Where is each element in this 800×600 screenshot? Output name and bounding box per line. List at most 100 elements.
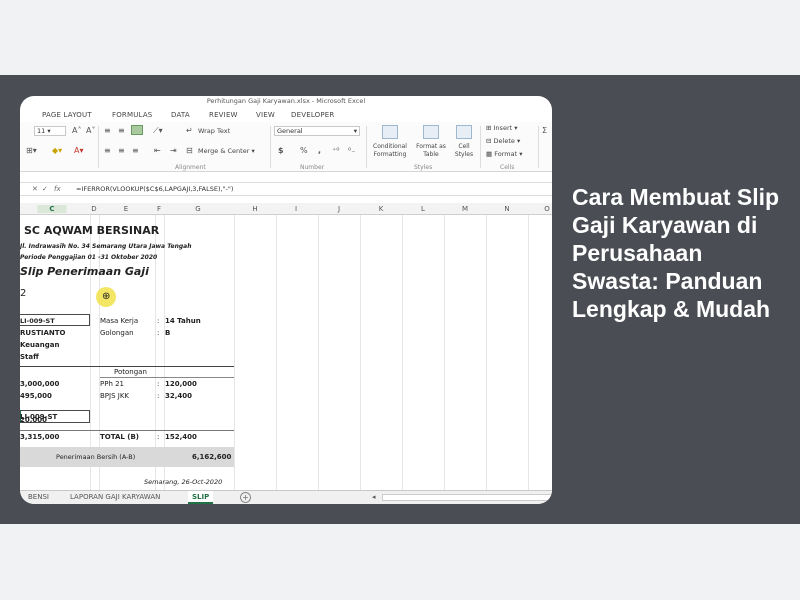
column-header-e[interactable]: E	[124, 205, 128, 213]
font-size-select[interactable]: 11 ▾	[34, 126, 66, 136]
gridline	[276, 215, 277, 491]
sum-icon[interactable]: Σ	[542, 126, 547, 135]
golongan-label: Golongan	[100, 329, 134, 337]
horizontal-scrollbar[interactable]	[382, 494, 552, 501]
conditional-formatting-button[interactable]: Conditional Formatting	[370, 143, 410, 159]
column-header-f[interactable]: F	[157, 205, 161, 213]
wrap-text-icon[interactable]: ↵	[186, 126, 193, 135]
column-header-m[interactable]: M	[462, 205, 468, 213]
merge-center-button[interactable]: Merge & Center ▾	[198, 147, 255, 155]
left-amount-1: 3,000,000	[20, 380, 60, 388]
add-sheet-button[interactable]: +	[240, 492, 251, 503]
gridline	[444, 215, 445, 491]
pph-value: 120,000	[165, 380, 197, 388]
cancel-icon[interactable]: ✕	[32, 185, 38, 193]
number-format-select[interactable]: General ▾	[274, 126, 360, 136]
insert-function-icon[interactable]: fx	[54, 185, 61, 193]
total-b-label: TOTAL (B)	[100, 433, 140, 441]
left-amount-3: 20,000	[20, 416, 48, 424]
gridline	[402, 215, 403, 491]
left-total: 3,315,000	[20, 433, 60, 441]
column-header-n[interactable]: N	[504, 205, 509, 213]
tab-formulas[interactable]: FORMULAS	[112, 111, 152, 119]
enter-icon[interactable]: ✓	[42, 185, 48, 193]
sheet-tab-bensi[interactable]: BENSI	[24, 491, 53, 504]
currency-button[interactable]: $	[278, 146, 284, 155]
format-as-table-button[interactable]: Format as Table	[413, 143, 449, 159]
increase-decimal-icon[interactable]: ⁺⁰	[332, 146, 339, 155]
column-header-l[interactable]: L	[421, 205, 425, 213]
borders-icon[interactable]: ⊞▾	[26, 146, 37, 155]
colon: :	[157, 392, 160, 400]
colon: :	[157, 380, 160, 388]
column-header-g[interactable]: G	[195, 205, 200, 213]
merge-center-icon[interactable]: ⊟	[186, 146, 193, 155]
net-pay-value: 6,162,600	[192, 453, 232, 461]
tab-data[interactable]: DATA	[171, 111, 190, 119]
delete-button[interactable]: ⊟ Delete ▾	[486, 137, 520, 145]
masa-kerja-value: 14 Tahun	[165, 317, 201, 325]
align-bottom-icon[interactable]	[131, 125, 143, 135]
align-middle-icon[interactable]: ≡	[118, 126, 125, 135]
tab-developer[interactable]: DEVELOPER	[291, 111, 335, 119]
tab-page-layout[interactable]: PAGE LAYOUT	[42, 111, 92, 119]
column-header-k[interactable]: K	[379, 205, 384, 213]
format-as-table-icon[interactable]	[423, 125, 439, 139]
grow-font-icon[interactable]: A˄	[72, 126, 81, 135]
group-separator	[366, 126, 367, 168]
align-center-icon[interactable]: ≡	[118, 146, 125, 155]
article-headline: Cara Membuat Slip Gaji Karyawan di Perus…	[572, 184, 780, 322]
golongan-value: B	[165, 329, 171, 337]
column-headers: C D E F G H I J K L M N O	[20, 203, 552, 215]
cursor-icon: ⊕	[102, 291, 111, 302]
bpjs-label: BPJS JKK	[100, 392, 130, 400]
window-title: Perhitungan Gaji Karyawan.xlsx - Microso…	[206, 97, 366, 105]
cell-styles-button[interactable]: Cell Styles	[450, 143, 478, 159]
percent-button[interactable]: %	[300, 146, 308, 155]
align-right-icon[interactable]: ≡	[132, 146, 139, 155]
employee-status: Staff	[20, 353, 39, 361]
group-separator	[538, 126, 539, 168]
group-separator	[480, 126, 481, 168]
align-left-icon[interactable]: ≡	[104, 146, 111, 155]
conditional-formatting-icon[interactable]	[382, 125, 398, 139]
colon: :	[157, 329, 160, 337]
decrease-indent-icon[interactable]: ⇤	[154, 146, 161, 155]
orientation-icon[interactable]: ⟋▾	[153, 126, 163, 135]
decrease-decimal-icon[interactable]: ⁰₋	[348, 146, 355, 155]
gridline	[318, 215, 319, 491]
sheet-tab-slip[interactable]: SLIP	[188, 491, 214, 504]
column-header-d[interactable]: D	[91, 205, 96, 213]
wrap-text-button[interactable]: Wrap Text	[198, 127, 230, 135]
sign-place-date: Semarang, 26-Oct-2020	[144, 478, 223, 486]
format-button[interactable]: ▦ Format ▾	[486, 150, 522, 158]
tab-review[interactable]: REVIEW	[209, 111, 238, 119]
fill-color-icon[interactable]: ◆▾	[52, 146, 62, 155]
slip-title: Slip Penerimaan Gaji	[20, 265, 149, 278]
comma-button[interactable]: ,	[318, 146, 321, 155]
potongan-header: Potongan	[114, 368, 147, 376]
column-header-h[interactable]: H	[252, 205, 257, 213]
cell-styles-icon[interactable]	[456, 125, 472, 139]
increase-indent-icon[interactable]: ⇥	[170, 146, 177, 155]
number-group-label: Number	[300, 164, 325, 171]
align-top-icon[interactable]: ≡	[104, 126, 111, 135]
company-name: SC AQWAM BERSINAR	[24, 224, 160, 237]
scroll-left-icon[interactable]: ◂	[372, 493, 376, 502]
column-header-c[interactable]: C	[37, 205, 67, 213]
net-pay-label: Penerimaan Bersih (A-B)	[56, 453, 136, 461]
colon: :	[157, 433, 160, 441]
column-header-o[interactable]: O	[544, 205, 550, 213]
shrink-font-icon[interactable]: A˅	[86, 126, 95, 135]
group-separator	[98, 126, 99, 168]
alignment-group-label: Alignment	[175, 164, 206, 171]
sheet-tab-laporan-gaji-karyawan[interactable]: LAPORAN GAJI KARYAWAN	[66, 491, 164, 504]
formula-input[interactable]: =IFERROR(VLOOKUP($C$6,LAPGAJI,3,FALSE),"…	[76, 185, 233, 193]
tab-view[interactable]: VIEW	[256, 111, 275, 119]
gridline	[486, 215, 487, 491]
insert-button[interactable]: ⊞ Insert ▾	[486, 124, 518, 132]
column-header-i[interactable]: I	[295, 205, 297, 213]
gridline	[360, 215, 361, 491]
font-color-icon[interactable]: A▾	[74, 146, 84, 155]
column-header-j[interactable]: J	[338, 205, 340, 213]
